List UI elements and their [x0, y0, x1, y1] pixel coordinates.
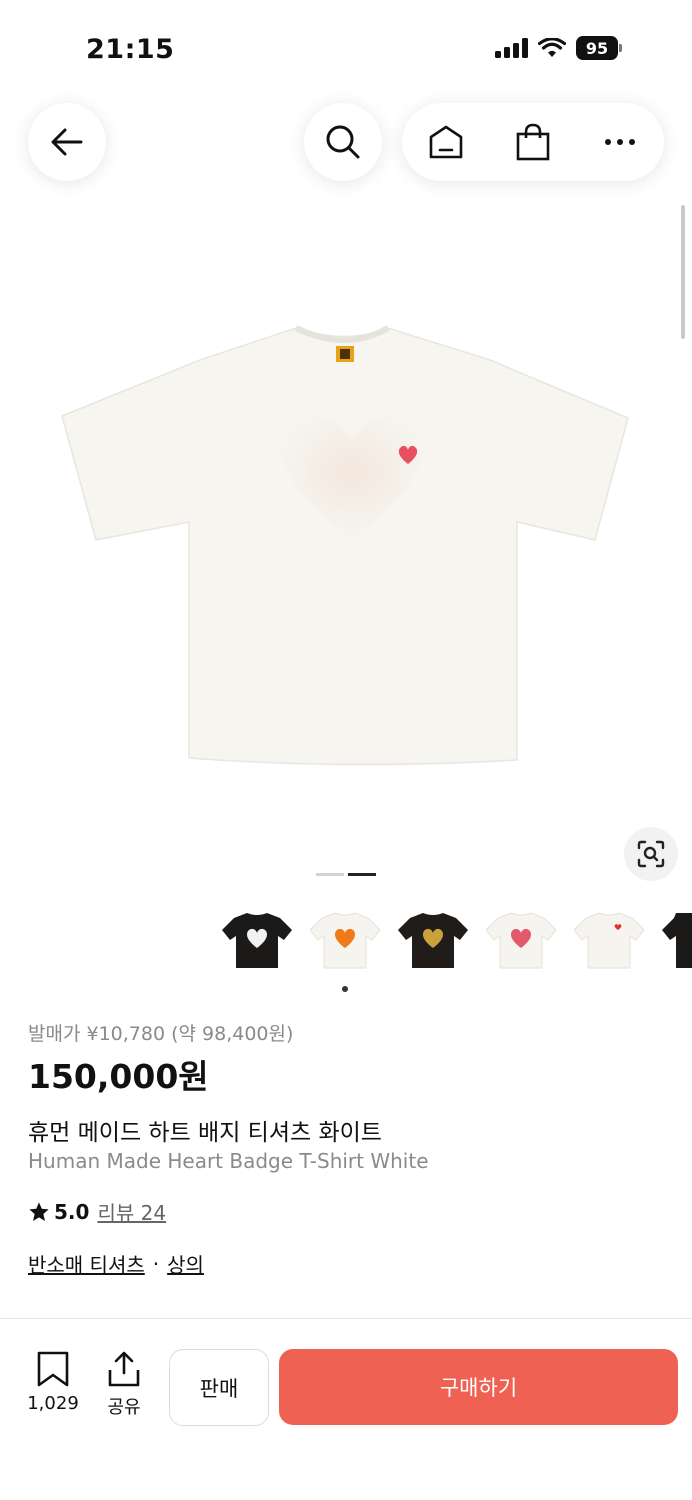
back-button[interactable]: [28, 103, 106, 181]
status-icons: 95: [494, 36, 622, 60]
battery-indicator: 95: [576, 36, 618, 60]
rating-row: 5.0 리뷰 24: [28, 1197, 166, 1226]
category-separator: ·: [152, 1251, 160, 1276]
thumbnail-pager-dot: [342, 986, 348, 992]
product-image[interactable]: [0, 210, 692, 880]
cart-button[interactable]: [503, 112, 563, 172]
review-link[interactable]: 리뷰 24: [97, 1197, 166, 1226]
thumbnail-white-orange-heart[interactable]: [309, 908, 381, 974]
bookmark-button[interactable]: 1,029: [24, 1351, 82, 1414]
home-button[interactable]: [416, 112, 476, 172]
product-name-en: Human Made Heart Badge T-Shirt White: [28, 1149, 429, 1173]
sell-button[interactable]: 판매: [169, 1349, 269, 1426]
visual-search-button[interactable]: [624, 827, 678, 881]
more-icon: [605, 139, 636, 145]
cellular-signal-icon: [495, 38, 528, 58]
status-time: 21:15: [86, 34, 175, 65]
nav-pill: [402, 103, 664, 181]
share-icon: [108, 1351, 140, 1387]
star-icon: [29, 1201, 49, 1221]
category-breadcrumb: 반소매 티셔츠 · 상의: [28, 1249, 204, 1278]
search-icon: [326, 125, 360, 159]
thumbnail-black-partial[interactable]: [662, 908, 692, 974]
tshirt-image: [61, 325, 629, 766]
share-button[interactable]: 공유: [104, 1351, 144, 1419]
battery-tip: [619, 44, 622, 52]
thumbnail-black-gold-heart[interactable]: [398, 908, 468, 974]
product-price: 150,000원: [28, 1057, 209, 1096]
image-pager-dot-active: [348, 873, 376, 876]
buy-button[interactable]: 구매하기: [279, 1349, 678, 1425]
share-label: 공유: [107, 1397, 141, 1418]
visual-search-icon: [637, 840, 665, 868]
more-button[interactable]: [590, 112, 650, 172]
thumbnail-white-pink-heart[interactable]: [485, 908, 557, 974]
category-link-tops[interactable]: 상의: [167, 1249, 204, 1278]
shopping-bag-icon: [516, 123, 550, 161]
thumbnail-white-small-heart[interactable]: [573, 908, 645, 974]
product-name-ko: 휴먼 메이드 하트 배지 티셔츠 화이트: [28, 1120, 382, 1146]
category-link-short-sleeve[interactable]: 반소매 티셔츠: [28, 1249, 145, 1278]
release-price: 발매가 ¥10,780 (약 98,400원): [28, 1023, 294, 1045]
search-button[interactable]: [304, 103, 382, 181]
bookmark-count: 1,029: [27, 1393, 79, 1414]
arrow-left-icon: [51, 128, 83, 156]
home-icon: [429, 125, 462, 159]
divider: [0, 1318, 692, 1319]
image-pager-dot: [316, 873, 344, 876]
thumbnail-black-white-heart[interactable]: [222, 908, 292, 974]
bookmark-icon: [37, 1351, 69, 1387]
wifi-icon: [538, 38, 566, 57]
rating-score: 5.0: [54, 1199, 90, 1224]
